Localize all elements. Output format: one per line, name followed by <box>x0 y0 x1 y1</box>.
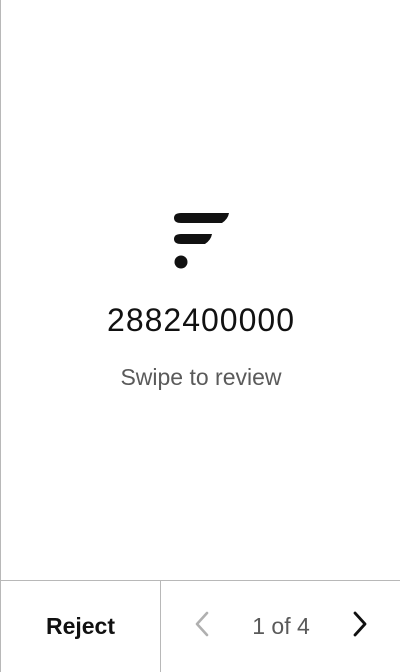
review-screen: 2882400000 Swipe to review Reject 1 of 4 <box>0 0 400 672</box>
chevron-right-icon <box>351 610 369 643</box>
footer-bar: Reject 1 of 4 <box>1 580 400 672</box>
brand-f-logo-icon <box>171 210 233 272</box>
review-card[interactable]: 2882400000 Swipe to review <box>1 0 400 580</box>
reject-button[interactable]: Reject <box>1 581 161 672</box>
pagination: 1 of 4 <box>161 581 400 672</box>
swipe-hint: Swipe to review <box>120 364 282 390</box>
next-button[interactable] <box>345 611 375 641</box>
transaction-amount: 2882400000 <box>107 302 295 338</box>
